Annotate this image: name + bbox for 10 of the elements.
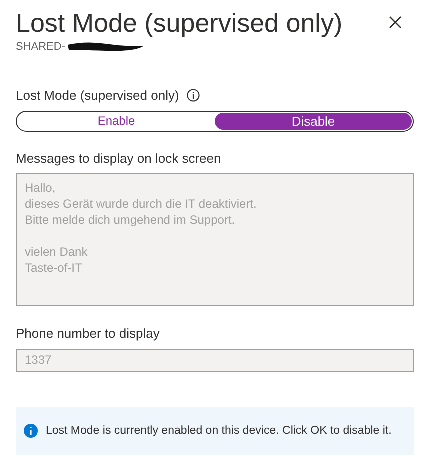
device-name: SHARED- [16,40,66,55]
field-label: Messages to display on lock screen [16,150,222,168]
field-label: Lost Mode (supervised only) [16,87,180,105]
info-message: Lost Mode is currently enabled on this device. Click OK to disable it. [46,424,392,438]
mode-option[interactable]: Disable [215,112,412,130]
close-icon[interactable] [389,16,402,29]
info-icon [24,424,38,438]
panel-title: Lost Mode (supervised only) [16,7,343,40]
info-icon[interactable] [187,89,200,102]
field-label: Phone number to display [16,325,161,343]
